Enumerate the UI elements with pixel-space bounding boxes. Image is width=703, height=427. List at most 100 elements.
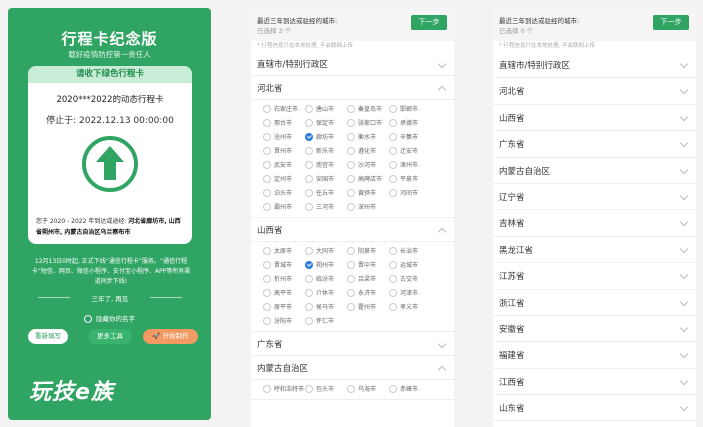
city-checkbox[interactable]: 霸州市 [263,202,305,213]
unchecked-circle-icon[interactable] [389,260,397,269]
province-row[interactable]: 直辖市/特别行政区 [251,52,454,76]
chevron-down-icon[interactable] [437,59,447,69]
checked-circle-icon[interactable] [305,132,313,141]
chevron-down-icon[interactable] [679,191,689,201]
unchecked-circle-icon[interactable] [263,384,271,393]
city-checkbox[interactable]: 高平市 [263,288,305,299]
city-checkbox[interactable]: 高碑店市 [347,174,389,185]
city-checkbox[interactable]: 邯郸市 [389,104,431,115]
city-checkbox[interactable]: 乌海市 [347,384,389,395]
unchecked-circle-icon[interactable] [389,104,397,113]
city-checkbox[interactable]: 运城市 [389,260,431,271]
city-checkbox[interactable]: 邢台市 [263,118,305,129]
unchecked-circle-icon[interactable] [389,288,397,297]
province-row[interactable]: 山东省 [493,395,696,422]
province-row[interactable]: 浙江省 [493,290,696,316]
unchecked-circle-icon[interactable] [305,246,313,255]
unchecked-circle-icon[interactable] [389,132,397,141]
province-row[interactable]: 河北省 [251,76,454,100]
province-row[interactable]: 安徽省 [493,316,696,343]
province-row[interactable]: 河北省 [493,78,696,105]
unchecked-circle-icon[interactable] [347,118,355,127]
unchecked-circle-icon[interactable] [263,274,271,283]
city-checkbox[interactable]: 临汾市 [305,274,347,285]
unchecked-circle-icon[interactable] [347,302,355,311]
unchecked-circle-icon[interactable] [263,288,271,297]
unchecked-circle-icon[interactable] [263,302,271,311]
city-checkbox[interactable]: 河间市 [389,188,431,199]
unchecked-circle-icon[interactable] [305,302,313,311]
province-row[interactable]: 吉林省 [493,210,696,237]
city-checkbox[interactable]: 石家庄市 [263,104,305,115]
unchecked-circle-icon[interactable] [389,160,397,169]
city-checkbox[interactable]: 霍州市 [347,302,389,313]
chevron-down-icon[interactable] [679,350,689,359]
city-checkbox[interactable]: 张家口市 [347,118,389,129]
unchecked-circle-icon[interactable] [305,202,313,211]
province-row[interactable]: 山西省 [493,105,696,132]
city-checkbox[interactable]: 泊头市 [263,188,305,199]
unchecked-circle-icon[interactable] [347,246,355,255]
unchecked-circle-icon[interactable] [389,246,397,255]
province-row[interactable]: 江苏省 [493,263,696,290]
chevron-down-icon[interactable] [679,165,689,174]
city-checkbox[interactable]: 定州市 [263,174,305,185]
unchecked-circle-icon[interactable] [389,174,397,183]
city-checkbox[interactable]: 晋州市 [263,146,305,157]
unchecked-circle-icon[interactable] [305,104,313,113]
city-checkbox[interactable]: 赤峰市 [389,384,431,395]
unchecked-circle-icon[interactable] [347,132,355,141]
unchecked-circle-icon[interactable] [305,118,313,127]
city-checkbox[interactable]: 遵化市 [347,146,389,157]
city-checkbox[interactable]: 大同市 [305,246,347,257]
unchecked-circle-icon[interactable] [305,274,313,283]
city-checkbox[interactable]: 深州市 [347,202,389,213]
city-checkbox[interactable]: 唐山市 [305,104,347,115]
chevron-down-icon[interactable] [437,339,447,349]
unchecked-circle-icon[interactable] [347,274,355,283]
chevron-down-icon[interactable] [679,86,689,95]
unchecked-circle-icon[interactable] [389,302,397,311]
chevron-down-icon[interactable] [679,402,689,412]
city-checkbox[interactable]: 忻州市 [263,274,305,285]
chevron-down-icon[interactable] [679,270,689,280]
unchecked-circle-icon[interactable] [347,188,355,197]
city-checkbox[interactable]: 衡水市 [347,132,389,143]
unchecked-circle-icon[interactable] [305,384,313,393]
city-checkbox[interactable]: 汾阳市 [263,316,305,327]
chevron-down-icon[interactable] [679,59,689,69]
chevron-up-icon[interactable] [437,227,447,237]
city-checkbox[interactable]: 吕梁市 [347,274,389,285]
city-checkbox[interactable]: 沙河市 [347,160,389,171]
province-row[interactable]: 河南省 [493,421,696,427]
unchecked-circle-icon[interactable] [389,146,397,155]
unchecked-circle-icon[interactable] [263,246,271,255]
province-row[interactable]: 广东省 [493,131,696,158]
reset-button[interactable]: 重新填写 [28,329,68,344]
unchecked-circle-icon[interactable] [263,202,271,211]
chevron-down-icon[interactable] [679,244,689,253]
city-checkbox[interactable]: 南宫市 [305,160,347,171]
unchecked-circle-icon[interactable] [305,316,313,325]
unchecked-circle-icon[interactable] [263,316,271,325]
unchecked-circle-icon[interactable] [389,188,397,197]
chevron-down-icon[interactable] [679,112,689,122]
chevron-down-icon[interactable] [679,323,689,333]
city-checkbox[interactable]: 承德市 [389,118,431,129]
city-checkbox[interactable]: 沧州市 [263,132,305,143]
city-checkbox[interactable]: 包头市 [305,384,347,395]
city-checkbox[interactable]: 黄骅市 [347,188,389,199]
unchecked-circle-icon[interactable] [305,188,313,197]
unchecked-circle-icon[interactable] [389,118,397,127]
unchecked-circle-icon[interactable] [347,146,355,155]
checked-circle-icon[interactable] [305,260,313,269]
city-checkbox[interactable]: 秦皇岛市 [347,104,389,115]
hide-name-option[interactable]: 隐藏你的名字 [8,313,211,323]
city-checkbox[interactable]: 古交市 [389,274,431,285]
unchecked-circle-icon[interactable] [347,384,355,393]
city-checkbox[interactable]: 平泉市 [389,174,431,185]
unchecked-circle-icon[interactable] [263,104,271,113]
unchecked-circle-icon[interactable] [347,288,355,297]
next-button[interactable]: 下一步 [653,15,689,30]
unchecked-circle-icon[interactable] [389,384,397,393]
